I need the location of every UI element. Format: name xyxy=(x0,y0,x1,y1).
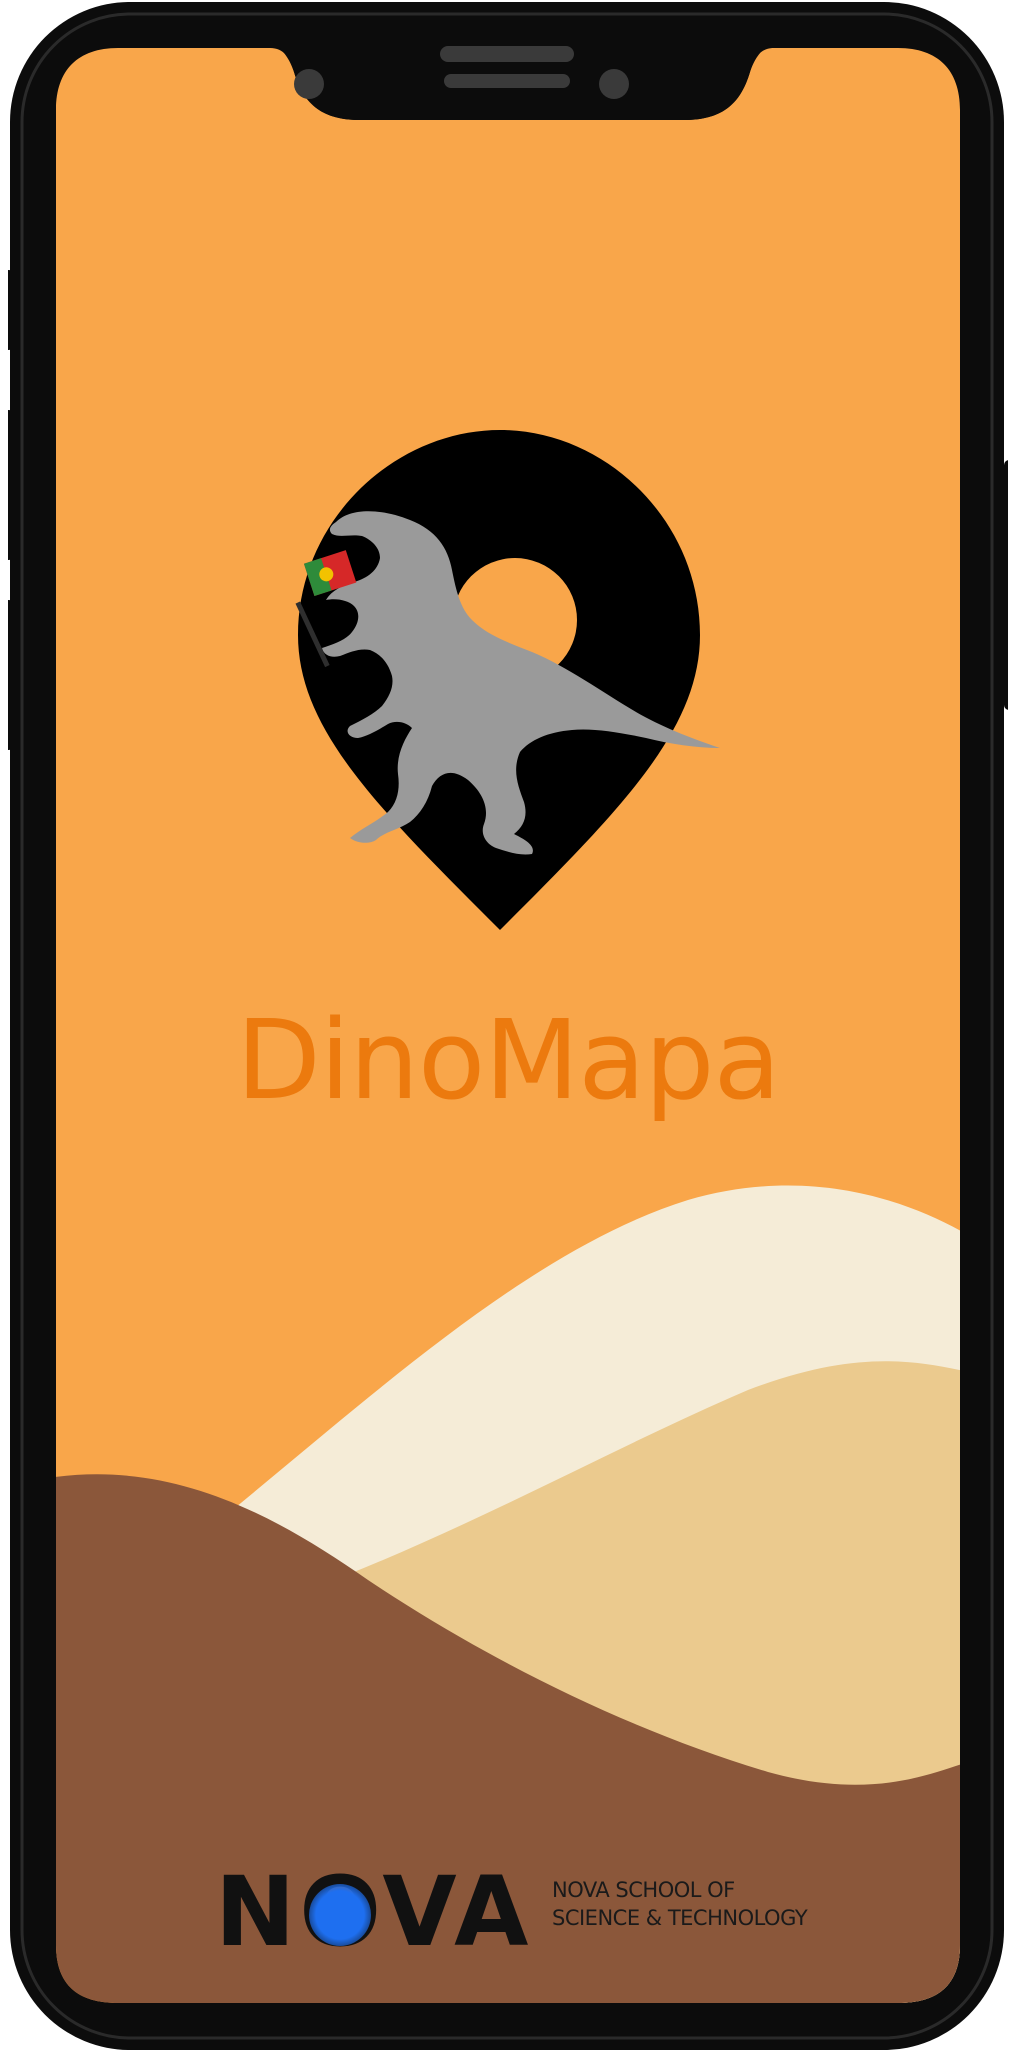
app-title: DinoMapa xyxy=(236,996,781,1124)
proximity-sensor xyxy=(599,69,629,99)
app-logo-icon xyxy=(295,430,720,930)
nova-wordmark-label: NOVA xyxy=(215,1856,533,1968)
nova-blue-dot-icon xyxy=(309,1884,371,1946)
front-camera xyxy=(294,69,324,99)
nova-tagline: NOVA SCHOOL OF SCIENCE & TECHNOLOGY xyxy=(552,1876,808,1932)
speaker-grille-bottom xyxy=(444,74,570,88)
nova-tagline-line2: SCIENCE & TECHNOLOGY xyxy=(552,1906,808,1930)
nova-logo: NOVA xyxy=(215,1864,532,1960)
nova-tagline-line1: NOVA SCHOOL OF xyxy=(552,1878,735,1902)
speaker-grille-top xyxy=(440,46,574,62)
power-button xyxy=(1004,460,1008,710)
splash-screen: DinoMapa NOVA NOVA SCHOOL OF SCIENCE & T… xyxy=(0,0,1016,2053)
nova-wordmark-text: NOVA xyxy=(215,1864,532,1960)
